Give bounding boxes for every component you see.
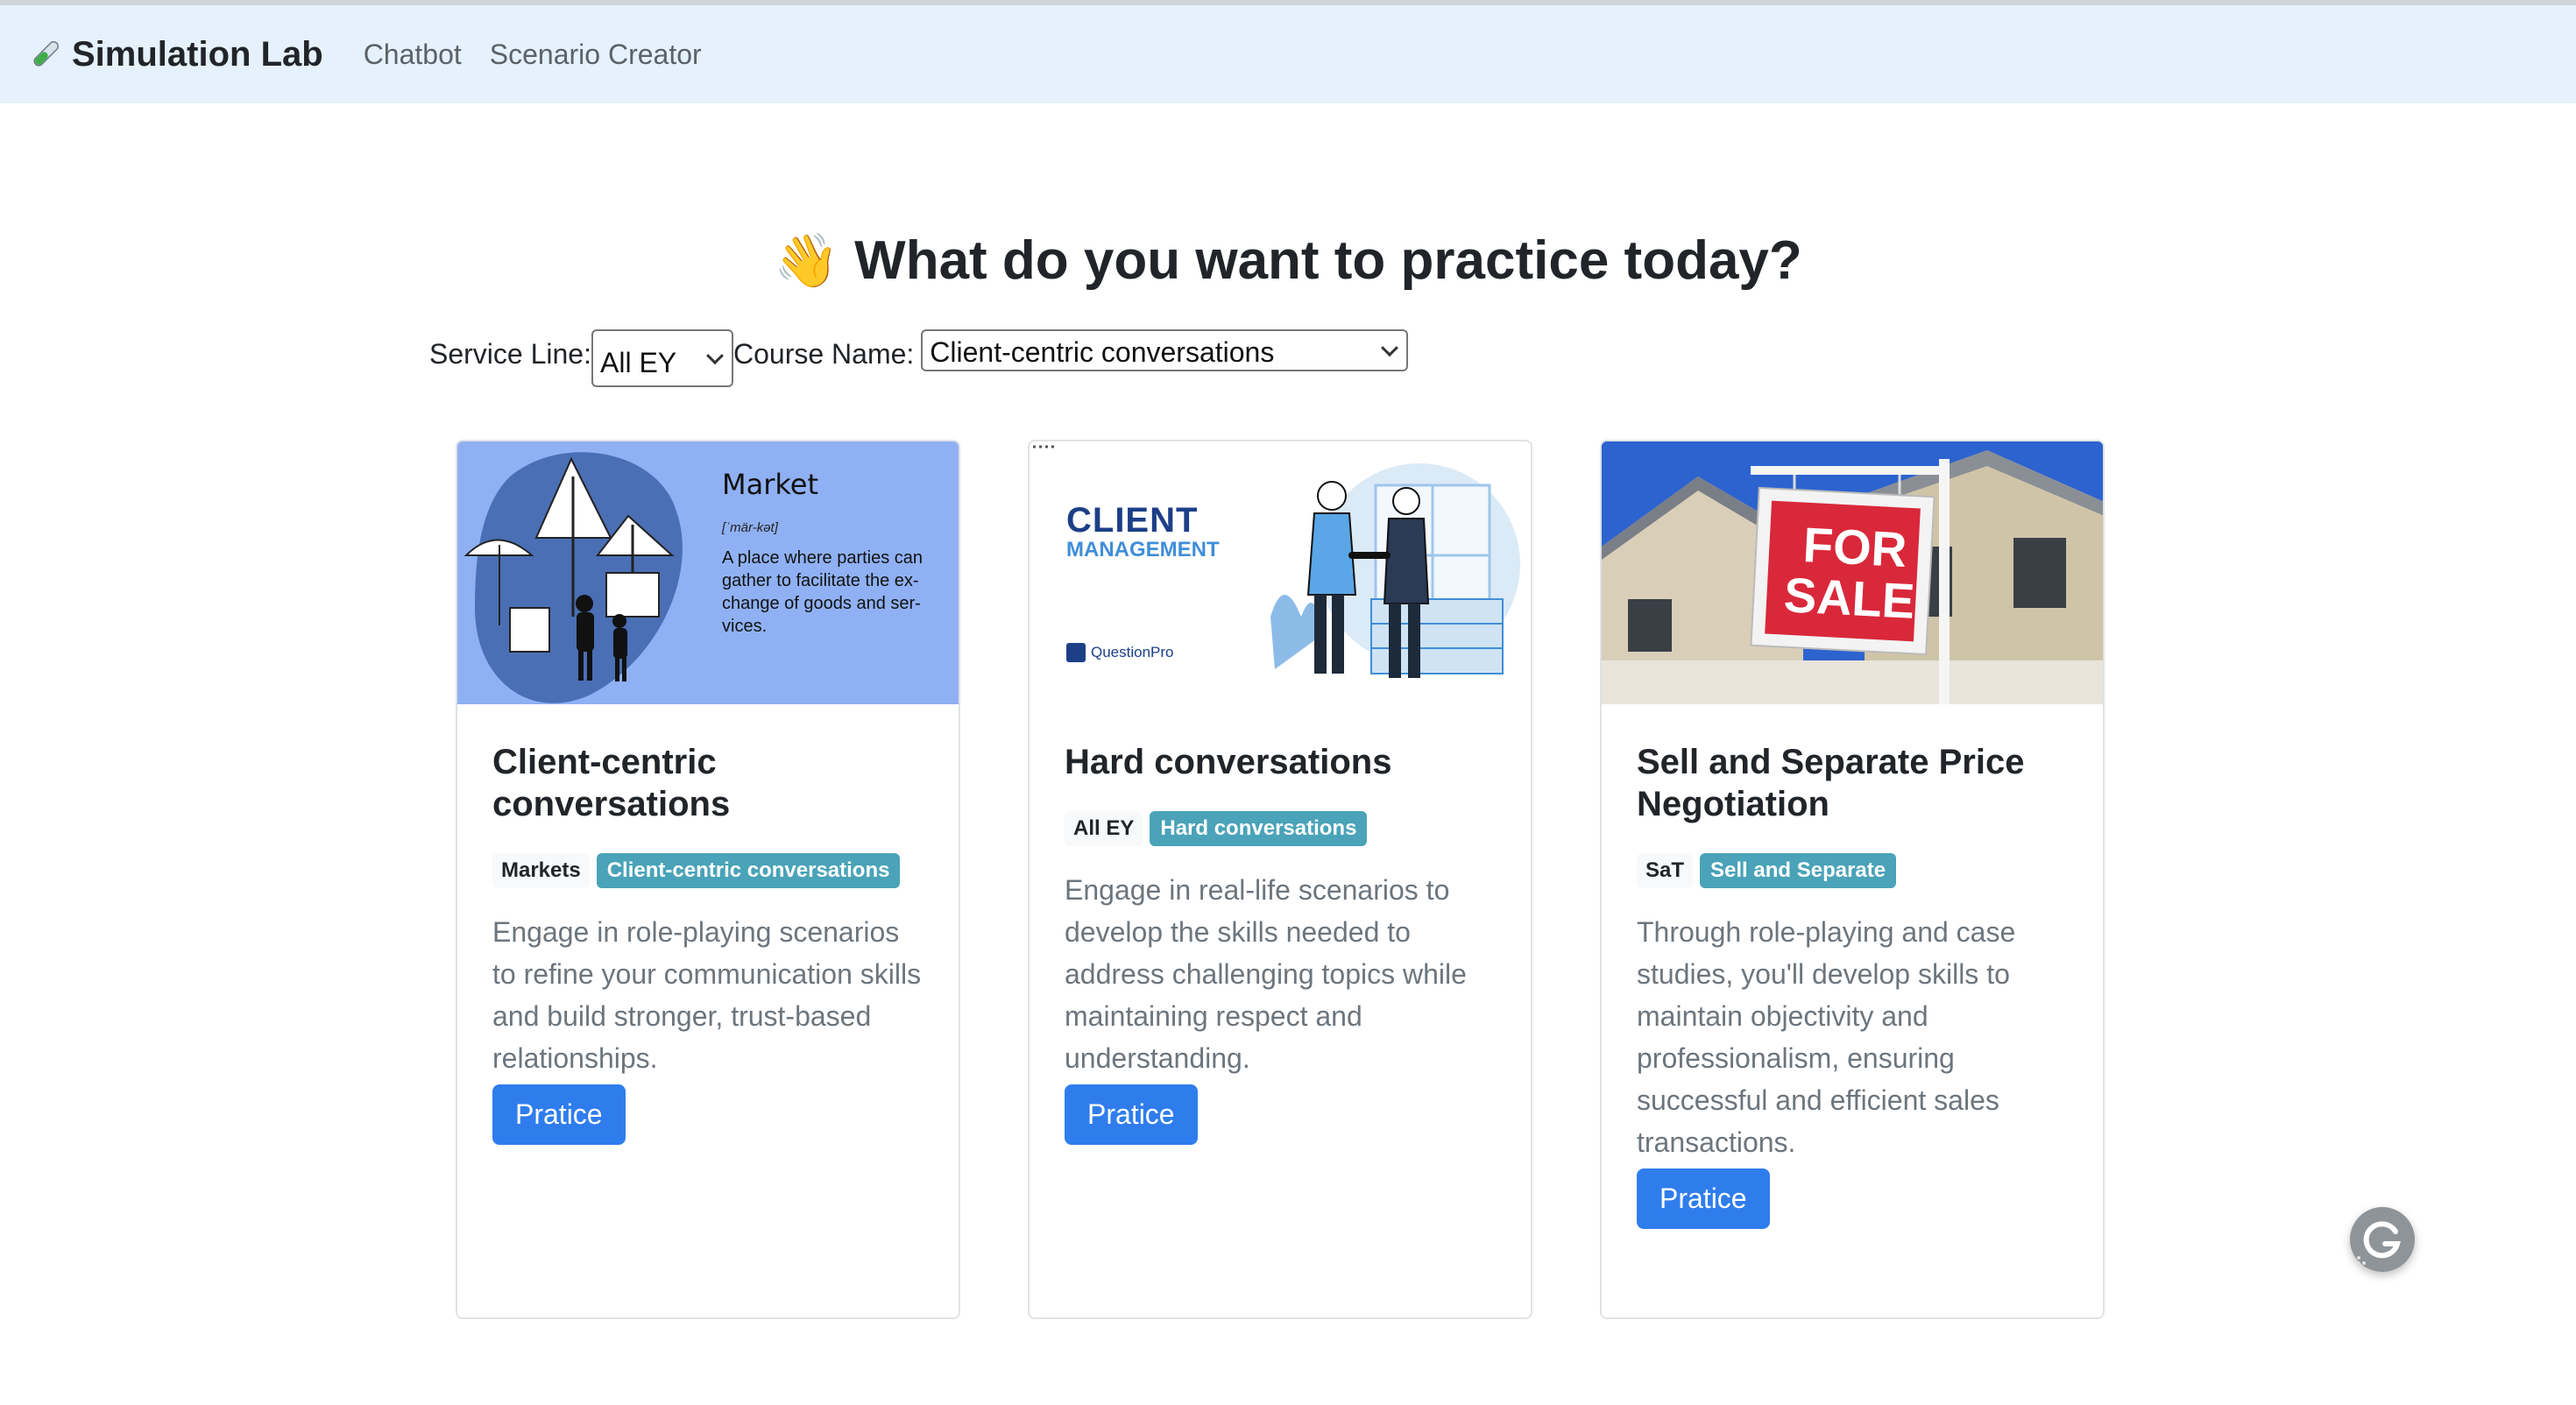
course-name-select[interactable]: Client-centric conversations (921, 329, 1409, 371)
filters: Service Line: All EY Course Name: Client… (429, 329, 1409, 387)
card-description: Engage in role-playing scenarios to refi… (492, 916, 922, 1074)
nav-link-scenario-creator[interactable]: Scenario Creator (490, 39, 702, 71)
service-line-badge: All EY (1065, 811, 1143, 846)
client-management-illustration (1033, 445, 1520, 678)
card-image-client-management: CLIENT MANAGEMENT QuestionPro (1030, 441, 1531, 704)
practice-button[interactable]: Pratice (1065, 1084, 1198, 1145)
service-line-value: All EY (599, 347, 677, 378)
market-heading: Market (722, 468, 818, 501)
course-name-label: Course Name: (732, 338, 915, 370)
course-badge: Sell and Separate (1700, 853, 1897, 888)
scenario-card-hard-conversations: CLIENT MANAGEMENT QuestionPro Hard conve… (1028, 440, 1532, 1319)
market-pronunciation: [ˈmär-kət] (722, 520, 778, 535)
for-sale-line2: SALE (1782, 567, 1916, 629)
brand-label: Simulation Lab (72, 34, 323, 74)
scenario-card-client-centric: Market [ˈmär-kət] A place where parties … (456, 440, 960, 1319)
navbar: Simulation Lab Chatbot Scenario Creator (0, 5, 2576, 103)
service-line-label: Service Line: (429, 338, 591, 370)
card-title: Client-centric conversations (492, 743, 731, 823)
course-badge: Client-centric conversations (596, 853, 901, 888)
service-line-badge: SaT (1637, 853, 1694, 888)
card-title: Sell and Separate Price Negotiation (1637, 743, 2025, 823)
card-description: Through role-playing and case studies, y… (1637, 916, 2016, 1158)
market-definition: A place where parties can gather to faci… (722, 548, 924, 636)
practice-button[interactable]: Pratice (492, 1084, 626, 1145)
client-management-line2: MANAGEMENT (1066, 538, 1220, 561)
client-management-line1: CLIENT (1066, 501, 1199, 540)
scenario-card-sell-and-separate: FOR SALE Sell and Separate Price Negotia… (1600, 440, 2105, 1319)
chevron-down-icon (706, 347, 724, 365)
test-tube-icon (33, 41, 59, 67)
grammarly-icon[interactable] (2350, 1207, 2415, 1272)
chevron-down-icon (1381, 339, 1399, 357)
course-name-value: Client-centric conversations (930, 336, 1275, 368)
questionpro-logo: QuestionPro (1091, 644, 1174, 660)
nav-link-chatbot[interactable]: Chatbot (364, 39, 462, 71)
waving-hand-icon: 👋 (774, 231, 839, 290)
course-badge: Hard conversations (1150, 811, 1368, 846)
card-title: Hard conversations (1065, 743, 1392, 781)
grammarly-g-icon (2357, 1221, 2401, 1265)
card-description: Engage in real-life scenarios to develop… (1065, 874, 1467, 1074)
service-line-badge: Markets (492, 853, 590, 888)
service-line-select[interactable]: All EY (591, 329, 733, 387)
page-title-text: What do you want to practice today? (854, 230, 1802, 291)
page-title: 👋 What do you want to practice today? (0, 229, 2576, 292)
practice-button[interactable]: Pratice (1637, 1168, 1770, 1229)
card-image-for-sale: FOR SALE (1602, 441, 2103, 704)
brand[interactable]: Simulation Lab (28, 35, 323, 74)
card-image-market: Market [ˈmär-kət] A place where parties … (457, 441, 959, 704)
